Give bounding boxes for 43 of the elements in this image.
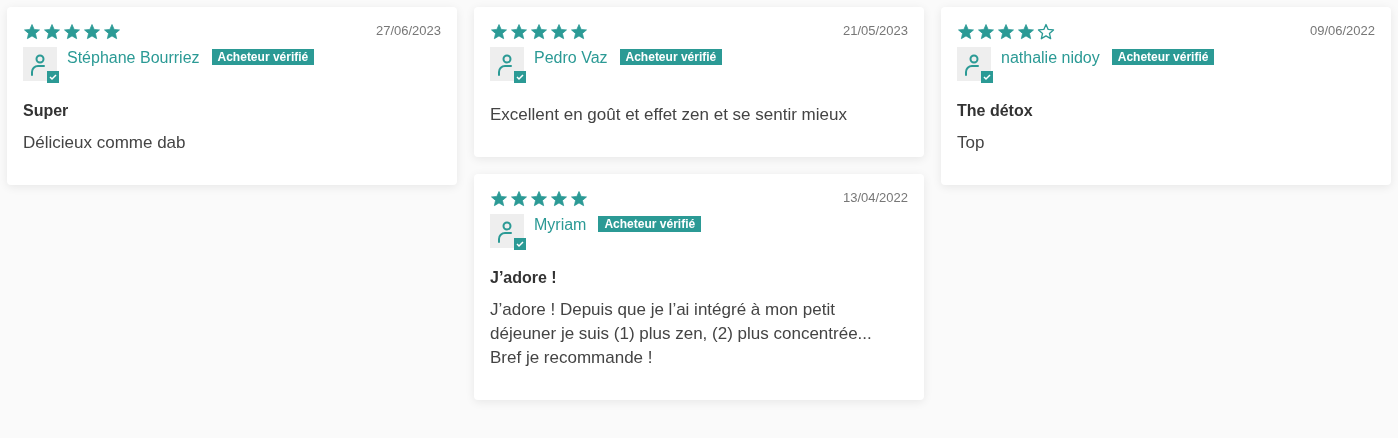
star-icon	[550, 23, 568, 41]
review-date: 13/04/2022	[842, 189, 908, 207]
star-icon	[977, 23, 995, 41]
star-icon	[530, 190, 548, 208]
review-title: J’adore !	[490, 268, 558, 288]
verified-buyer-badge: Acheteur vérifié	[598, 216, 702, 232]
review-text: Excellent en goût et effet zen et se sentir mieux	[490, 104, 848, 126]
star-outline-icon	[1037, 23, 1055, 41]
star-icon	[510, 190, 528, 208]
verified-buyer-badge: Acheteur vérifié	[211, 49, 315, 65]
review-title: Super	[23, 101, 70, 121]
reviewer-name: Myriam	[534, 215, 587, 235]
verified-buyer-badge: Acheteur vérifié	[619, 49, 723, 65]
star-icon	[23, 23, 41, 41]
star-icon	[490, 190, 508, 208]
star-icon	[550, 190, 568, 208]
star-icon	[43, 23, 61, 41]
user-avatar-icon	[23, 47, 59, 83]
reviewer-name: nathalie nidoy	[1001, 48, 1100, 68]
verified-buyer-badge: Acheteur vérifié	[1111, 49, 1215, 65]
review-date: 21/05/2023	[842, 22, 908, 40]
review-text: Délicieux comme dab	[23, 132, 187, 154]
review-date: 27/06/2023	[375, 22, 441, 40]
star-icon	[997, 23, 1015, 41]
reviewer-name: Stéphane Bourriez	[67, 48, 200, 68]
review-date: 09/06/2022	[1309, 22, 1375, 40]
reviewer-name: Pedro Vaz	[534, 48, 608, 68]
review-text: J’adore ! Depuis que je l’ai intégré à mon petit déjeuner je suis (1) plus zen, (2) plus concentrée... Bref je recommande !	[490, 299, 873, 369]
star-icon	[570, 190, 588, 208]
star-icon	[570, 23, 588, 41]
star-icon	[957, 23, 975, 41]
star-icon	[530, 23, 548, 41]
star-icon	[490, 23, 508, 41]
user-avatar-icon	[490, 214, 526, 250]
review-text: Top	[957, 132, 986, 154]
star-icon	[510, 23, 528, 41]
star-icon	[83, 23, 101, 41]
user-avatar-icon	[490, 47, 526, 83]
star-icon	[103, 23, 121, 41]
star-icon	[63, 23, 81, 41]
review-title: The détox	[957, 101, 1034, 121]
star-icon	[1017, 23, 1035, 41]
user-avatar-icon	[957, 47, 993, 83]
